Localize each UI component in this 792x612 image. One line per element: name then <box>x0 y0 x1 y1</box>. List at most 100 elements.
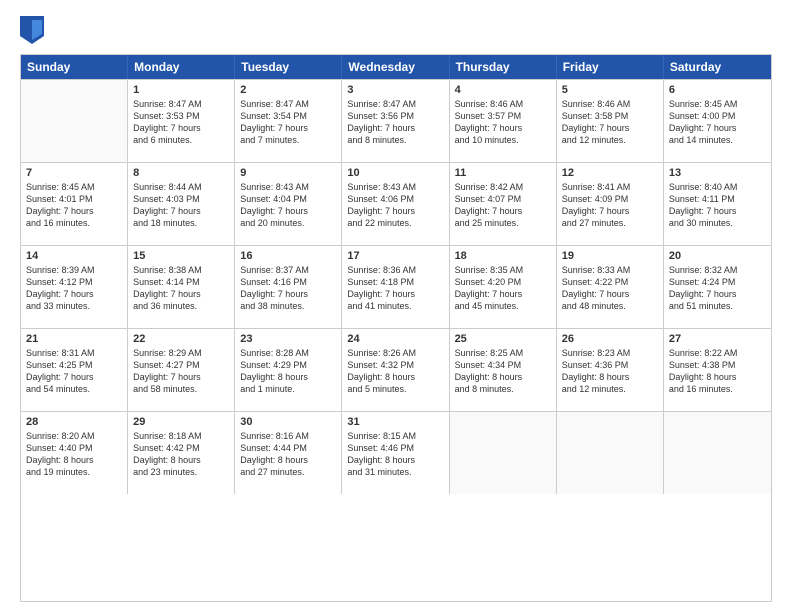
cell-line: Sunrise: 8:37 AM <box>240 264 336 276</box>
day-number: 10 <box>347 167 443 179</box>
cell-line: Sunset: 4:44 PM <box>240 442 336 454</box>
cell-line: Daylight: 7 hours <box>455 205 551 217</box>
cell-line: and 12 minutes. <box>562 383 658 395</box>
day-number: 25 <box>455 333 551 345</box>
cell-line: Sunrise: 8:32 AM <box>669 264 766 276</box>
calendar-header-day: Thursday <box>450 55 557 79</box>
cell-line: and 5 minutes. <box>347 383 443 395</box>
cell-line: and 18 minutes. <box>133 217 229 229</box>
cell-line: Sunset: 3:54 PM <box>240 110 336 122</box>
calendar-cell <box>557 412 664 494</box>
day-number: 23 <box>240 333 336 345</box>
calendar: SundayMondayTuesdayWednesdayThursdayFrid… <box>20 54 772 602</box>
calendar-header-day: Sunday <box>21 55 128 79</box>
calendar-row: 21Sunrise: 8:31 AMSunset: 4:25 PMDayligh… <box>21 328 771 411</box>
calendar-cell: 22Sunrise: 8:29 AMSunset: 4:27 PMDayligh… <box>128 329 235 411</box>
cell-line: Sunrise: 8:47 AM <box>347 98 443 110</box>
day-number: 9 <box>240 167 336 179</box>
cell-line: Sunset: 3:56 PM <box>347 110 443 122</box>
cell-line: and 54 minutes. <box>26 383 122 395</box>
cell-line: and 19 minutes. <box>26 466 122 478</box>
day-number: 19 <box>562 250 658 262</box>
cell-line: Sunrise: 8:45 AM <box>26 181 122 193</box>
cell-line: Daylight: 7 hours <box>26 205 122 217</box>
cell-line: Sunrise: 8:44 AM <box>133 181 229 193</box>
cell-line: Daylight: 7 hours <box>562 288 658 300</box>
cell-line: and 38 minutes. <box>240 300 336 312</box>
cell-line: Sunrise: 8:26 AM <box>347 347 443 359</box>
cell-line: Daylight: 7 hours <box>133 205 229 217</box>
page-header <box>20 16 772 44</box>
cell-line: Sunset: 4:38 PM <box>669 359 766 371</box>
cell-line: and 30 minutes. <box>669 217 766 229</box>
calendar-cell: 5Sunrise: 8:46 AMSunset: 3:58 PMDaylight… <box>557 80 664 162</box>
day-number: 12 <box>562 167 658 179</box>
cell-line: Sunset: 4:00 PM <box>669 110 766 122</box>
cell-line: and 27 minutes. <box>240 466 336 478</box>
calendar-cell: 28Sunrise: 8:20 AMSunset: 4:40 PMDayligh… <box>21 412 128 494</box>
cell-line: and 16 minutes. <box>26 217 122 229</box>
day-number: 5 <box>562 84 658 96</box>
cell-line: Daylight: 8 hours <box>240 371 336 383</box>
day-number: 20 <box>669 250 766 262</box>
cell-line: Daylight: 7 hours <box>240 205 336 217</box>
cell-line: Sunrise: 8:41 AM <box>562 181 658 193</box>
day-number: 28 <box>26 416 122 428</box>
cell-line: and 36 minutes. <box>133 300 229 312</box>
cell-line: and 58 minutes. <box>133 383 229 395</box>
calendar-row: 7Sunrise: 8:45 AMSunset: 4:01 PMDaylight… <box>21 162 771 245</box>
cell-line: Sunset: 4:16 PM <box>240 276 336 288</box>
day-number: 11 <box>455 167 551 179</box>
day-number: 4 <box>455 84 551 96</box>
cell-line: and 33 minutes. <box>26 300 122 312</box>
cell-line: Sunrise: 8:22 AM <box>669 347 766 359</box>
cell-line: Sunset: 4:18 PM <box>347 276 443 288</box>
calendar-cell: 3Sunrise: 8:47 AMSunset: 3:56 PMDaylight… <box>342 80 449 162</box>
calendar-cell: 29 Sunrise: 8:18 AMSunset: 4:42 PMDayligh… <box>128 412 235 494</box>
calendar-cell: 12Sunrise: 8:41 AMSunset: 4:09 PMDayligh… <box>557 163 664 245</box>
day-number: 6 <box>669 84 766 96</box>
calendar-cell: 4Sunrise: 8:46 AMSunset: 3:57 PMDaylight… <box>450 80 557 162</box>
calendar-cell: 1Sunrise: 8:47 AMSunset: 3:53 PMDaylight… <box>128 80 235 162</box>
cell-line: Daylight: 8 hours <box>133 454 229 466</box>
cell-line: Sunset: 4:20 PM <box>455 276 551 288</box>
cell-line: Sunrise: 8:18 AM <box>133 430 229 442</box>
logo <box>20 16 48 44</box>
cell-line: Daylight: 8 hours <box>347 371 443 383</box>
logo-icon <box>20 16 44 44</box>
day-number: 14 <box>26 250 122 262</box>
cell-line: Daylight: 7 hours <box>133 288 229 300</box>
calendar-cell: 11Sunrise: 8:42 AMSunset: 4:07 PMDayligh… <box>450 163 557 245</box>
cell-line: Daylight: 7 hours <box>133 122 229 134</box>
day-number: 26 <box>562 333 658 345</box>
cell-line: Sunset: 4:40 PM <box>26 442 122 454</box>
cell-line: Sunrise: 8:47 AM <box>240 98 336 110</box>
calendar-cell: 8Sunrise: 8:44 AMSunset: 4:03 PMDaylight… <box>128 163 235 245</box>
day-number: 13 <box>669 167 766 179</box>
cell-line: Sunrise: 8:29 AM <box>133 347 229 359</box>
cell-line: Daylight: 7 hours <box>240 122 336 134</box>
cell-line: Sunset: 4:01 PM <box>26 193 122 205</box>
cell-line: Daylight: 7 hours <box>455 122 551 134</box>
calendar-cell: 7Sunrise: 8:45 AMSunset: 4:01 PMDaylight… <box>21 163 128 245</box>
cell-line: Sunset: 4:03 PM <box>133 193 229 205</box>
cell-line: Daylight: 7 hours <box>133 371 229 383</box>
day-number: 21 <box>26 333 122 345</box>
cell-line: and 10 minutes. <box>455 134 551 146</box>
cell-line: Sunset: 4:42 PM <box>133 442 229 454</box>
cell-line: Sunrise: 8:36 AM <box>347 264 443 276</box>
calendar-row: 28Sunrise: 8:20 AMSunset: 4:40 PMDayligh… <box>21 411 771 494</box>
cell-line: Sunrise: 8:46 AM <box>455 98 551 110</box>
calendar-cell: 25Sunrise: 8:25 AMSunset: 4:34 PMDayligh… <box>450 329 557 411</box>
cell-line: Sunrise: 8:43 AM <box>240 181 336 193</box>
cell-line: Daylight: 7 hours <box>562 122 658 134</box>
day-number: 29 <box>133 416 229 428</box>
calendar-cell: 9Sunrise: 8:43 AMSunset: 4:04 PMDaylight… <box>235 163 342 245</box>
cell-line: and 51 minutes. <box>669 300 766 312</box>
cell-line: Daylight: 8 hours <box>669 371 766 383</box>
calendar-cell: 27Sunrise: 8:22 AMSunset: 4:38 PMDayligh… <box>664 329 771 411</box>
cell-line: Sunset: 4:12 PM <box>26 276 122 288</box>
cell-line: Sunrise: 8:25 AM <box>455 347 551 359</box>
day-number: 18 <box>455 250 551 262</box>
calendar-cell: 2Sunrise: 8:47 AMSunset: 3:54 PMDaylight… <box>235 80 342 162</box>
